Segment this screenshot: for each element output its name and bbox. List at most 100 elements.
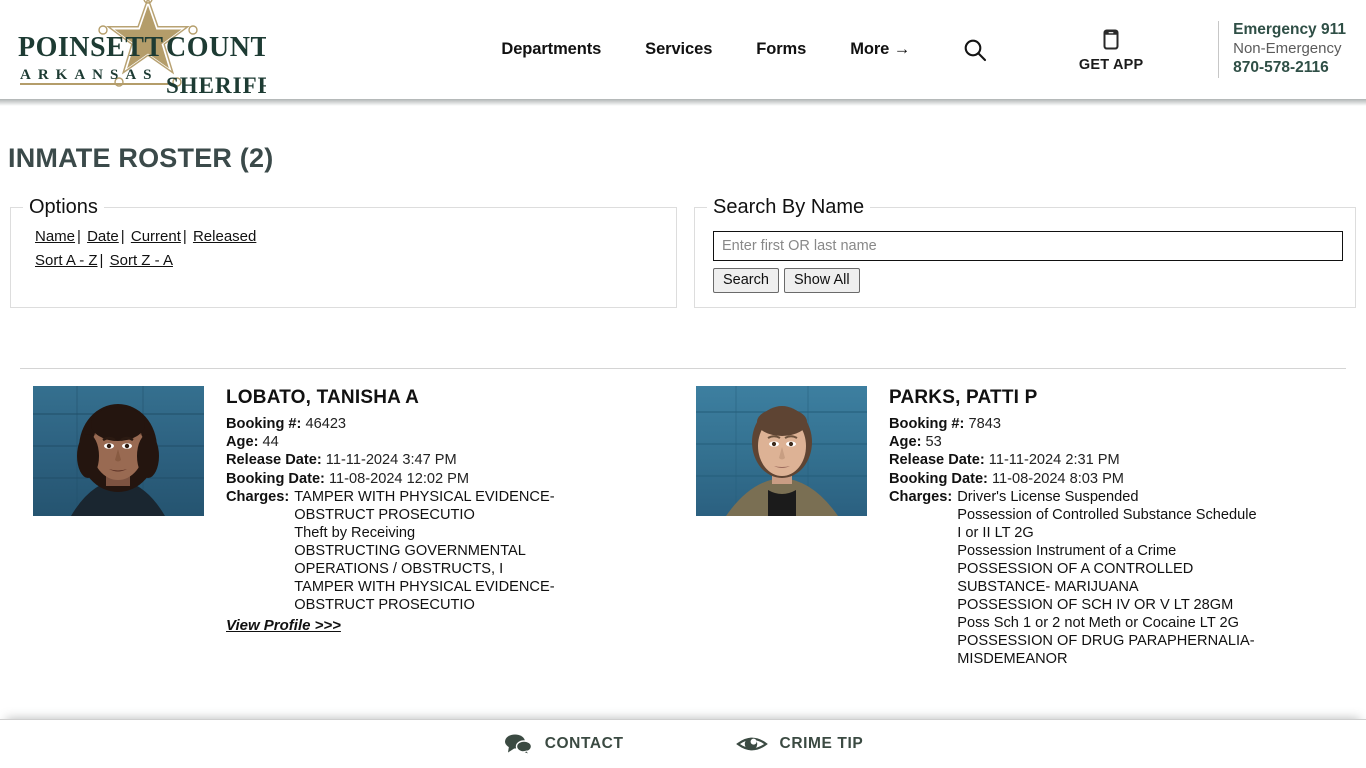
inmate-age: Age: 44 [226, 433, 594, 451]
value-release-date: 11-11-2024 2:31 PM [988, 452, 1120, 469]
footer-crime-tip[interactable]: CRIME TIP [735, 733, 864, 755]
label-booking-number: Booking #: [889, 416, 965, 433]
charges-list: Driver's License Suspended Possession of… [952, 488, 1257, 668]
inmate-roster-list: LOBATO, TANISHA A Booking #: 46423 Age: … [0, 369, 1366, 668]
options-links-row-2: Sort A - Z | Sort Z - A [23, 249, 664, 273]
search-panel: Search By Name Search Show All [694, 196, 1356, 308]
footer-contact[interactable]: CONTACT [503, 733, 624, 755]
label-release-date: Release Date: [226, 452, 322, 469]
label-age: Age: [889, 434, 922, 451]
option-link-sort-az[interactable]: Sort A - Z [35, 252, 98, 269]
charge-item: Theft by Receiving [294, 524, 416, 541]
value-booking-date: 11-08-2024 12:02 PM [328, 470, 470, 487]
logo-text-sheriff: SHERIFF [166, 73, 266, 95]
option-link-date[interactable]: Date [87, 228, 119, 245]
option-separator: | [120, 228, 125, 245]
inmate-record: LOBATO, TANISHA A Booking #: 46423 Age: … [0, 386, 660, 668]
site-header: POINSETT COUNTY ARKANSAS SHERIFF Departm… [0, 0, 1366, 106]
search-icon-glyph [964, 39, 987, 61]
logo-text-arkansas: ARKANSAS [20, 67, 159, 83]
option-link-name[interactable]: Name [35, 228, 75, 245]
label-booking-date: Booking Date: [226, 470, 325, 487]
label-charges: Charges: [226, 488, 290, 505]
inmate-booking-date: Booking Date: 11-08-2024 8:03 PM [889, 470, 1257, 488]
site-logo[interactable]: POINSETT COUNTY ARKANSAS SHERIFF [0, 0, 300, 99]
main-navigation: Departments Services Forms More → GET AP… [300, 0, 1366, 99]
panel-gap [677, 196, 694, 308]
view-profile-link[interactable]: View Profile >>> [226, 617, 341, 636]
search-icon[interactable] [962, 37, 988, 63]
inmate-age: Age: 53 [889, 433, 1257, 451]
inmate-name: PARKS, PATTI P [889, 387, 1038, 408]
option-link-current[interactable]: Current [131, 228, 181, 245]
option-link-released[interactable]: Released [193, 228, 256, 245]
emergency-info: Emergency 911 Non-Emergency 870-578-2116 [1218, 21, 1346, 78]
inmate-record: PARKS, PATTI P Booking #: 7843 Age: 53 R… [660, 386, 1320, 668]
search-legend: Search By Name [713, 196, 865, 218]
search-button[interactable]: Search [713, 268, 779, 293]
option-link-sort-za[interactable]: Sort Z - A [110, 252, 173, 269]
inmate-booking-number: Booking #: 46423 [226, 415, 594, 433]
page-title: INMATE ROSTER (2) [8, 143, 274, 173]
logo-text-county: COUNTY [166, 32, 266, 63]
speech-bubbles-icon [504, 734, 532, 755]
label-booking-date: Booking Date: [889, 470, 988, 487]
show-all-button[interactable]: Show All [783, 268, 860, 293]
mugshot-image [33, 386, 204, 516]
search-input[interactable] [713, 231, 1343, 261]
logo-text-poinsett: POINSETT [18, 32, 164, 63]
emergency-911-text: Emergency 911 [1233, 21, 1346, 39]
inmate-charges: Charges: Driver's License Suspended Poss… [889, 488, 1257, 668]
value-booking-number: 7843 [968, 416, 1001, 433]
inmate-release-date: Release Date: 11-11-2024 2:31 PM [889, 451, 1257, 469]
label-charges: Charges: [889, 488, 953, 505]
charge-item: TAMPER WITH PHYSICAL EVIDENCE-OBSTRUCT P… [294, 578, 555, 613]
value-booking-number: 46423 [305, 416, 347, 433]
inmate-booking-date: Booking Date: 11-08-2024 12:02 PM [226, 470, 594, 488]
value-age: 44 [262, 434, 279, 451]
option-separator: | [99, 251, 104, 269]
nav-item-services[interactable]: Services [645, 40, 712, 59]
option-separator: | [77, 228, 81, 245]
filters-section: Options Name | Date | Current | Released So… [0, 174, 1366, 308]
nav-item-departments[interactable]: Departments [501, 40, 601, 59]
inmate-name: LOBATO, TANISHA A [226, 387, 420, 408]
charge-item: POSSESSION OF DRUG PARAPHERNALIA- MISDEM… [957, 632, 1255, 667]
label-release-date: Release Date: [889, 452, 985, 469]
charge-item: Driver's License Suspended [957, 488, 1139, 505]
inmate-release-date: Release Date: 11-11-2024 3:47 PM [226, 451, 594, 469]
mobile-device-icon [1103, 29, 1119, 49]
nav-item-more[interactable]: More → [850, 40, 910, 59]
inmate-charges: Charges: TAMPER WITH PHYSICAL EVIDENCE-O… [226, 488, 594, 614]
eye-icon [735, 737, 768, 751]
value-release-date: 11-11-2024 3:47 PM [325, 452, 457, 469]
inmate-details: PARKS, PATTI P Booking #: 7843 Age: 53 R… [867, 386, 1257, 668]
value-age: 53 [925, 434, 942, 451]
get-app-label: GET APP [1078, 56, 1144, 73]
non-emergency-label: Non-Emergency [1233, 40, 1342, 58]
charge-item: POSSESSION OF SCH IV OR V LT 28GM [957, 596, 1234, 613]
nav-item-forms[interactable]: Forms [756, 40, 806, 59]
mugshot-image [696, 386, 867, 516]
inmate-photo-lobato [33, 386, 204, 516]
get-app-button[interactable]: GET APP [1066, 27, 1156, 73]
option-separator: | [182, 228, 187, 245]
label-age: Age: [226, 434, 259, 451]
label-booking-number: Booking #: [226, 416, 302, 433]
charge-item: TAMPER WITH PHYSICAL EVIDENCE-OBSTRUCT P… [294, 488, 555, 523]
footer-crime-tip-label: CRIME TIP [779, 735, 864, 752]
non-emergency-phone[interactable]: 870-578-2116 [1233, 59, 1346, 78]
options-panel: Options Name | Date | Current | Released So… [10, 196, 678, 308]
charge-item: Poss Sch 1 or 2 not Meth or Cocaine LT 2… [957, 614, 1240, 631]
charge-item: POSSESSION OF A CONTROLLED SUBSTANCE- MA… [957, 560, 1194, 595]
inmate-details: LOBATO, TANISHA A Booking #: 46423 Age: … [204, 386, 594, 668]
options-links-row-1: Name | Date | Current | Released [23, 225, 664, 249]
inmate-photo-parks [696, 386, 867, 516]
charge-item: OBSTRUCTING GOVERNMENTAL OPERATIONS / OB… [294, 542, 526, 577]
charges-list: TAMPER WITH PHYSICAL EVIDENCE-OBSTRUCT P… [289, 488, 594, 614]
inmate-booking-number: Booking #: 7843 [889, 415, 1257, 433]
options-legend: Options [29, 196, 98, 218]
site-footer: CONTACT CRIME TIP [0, 719, 1366, 768]
charge-item: Possession Instrument of a Crime [957, 542, 1177, 559]
charge-item: Possession of Controlled Substance Sched… [957, 506, 1257, 541]
